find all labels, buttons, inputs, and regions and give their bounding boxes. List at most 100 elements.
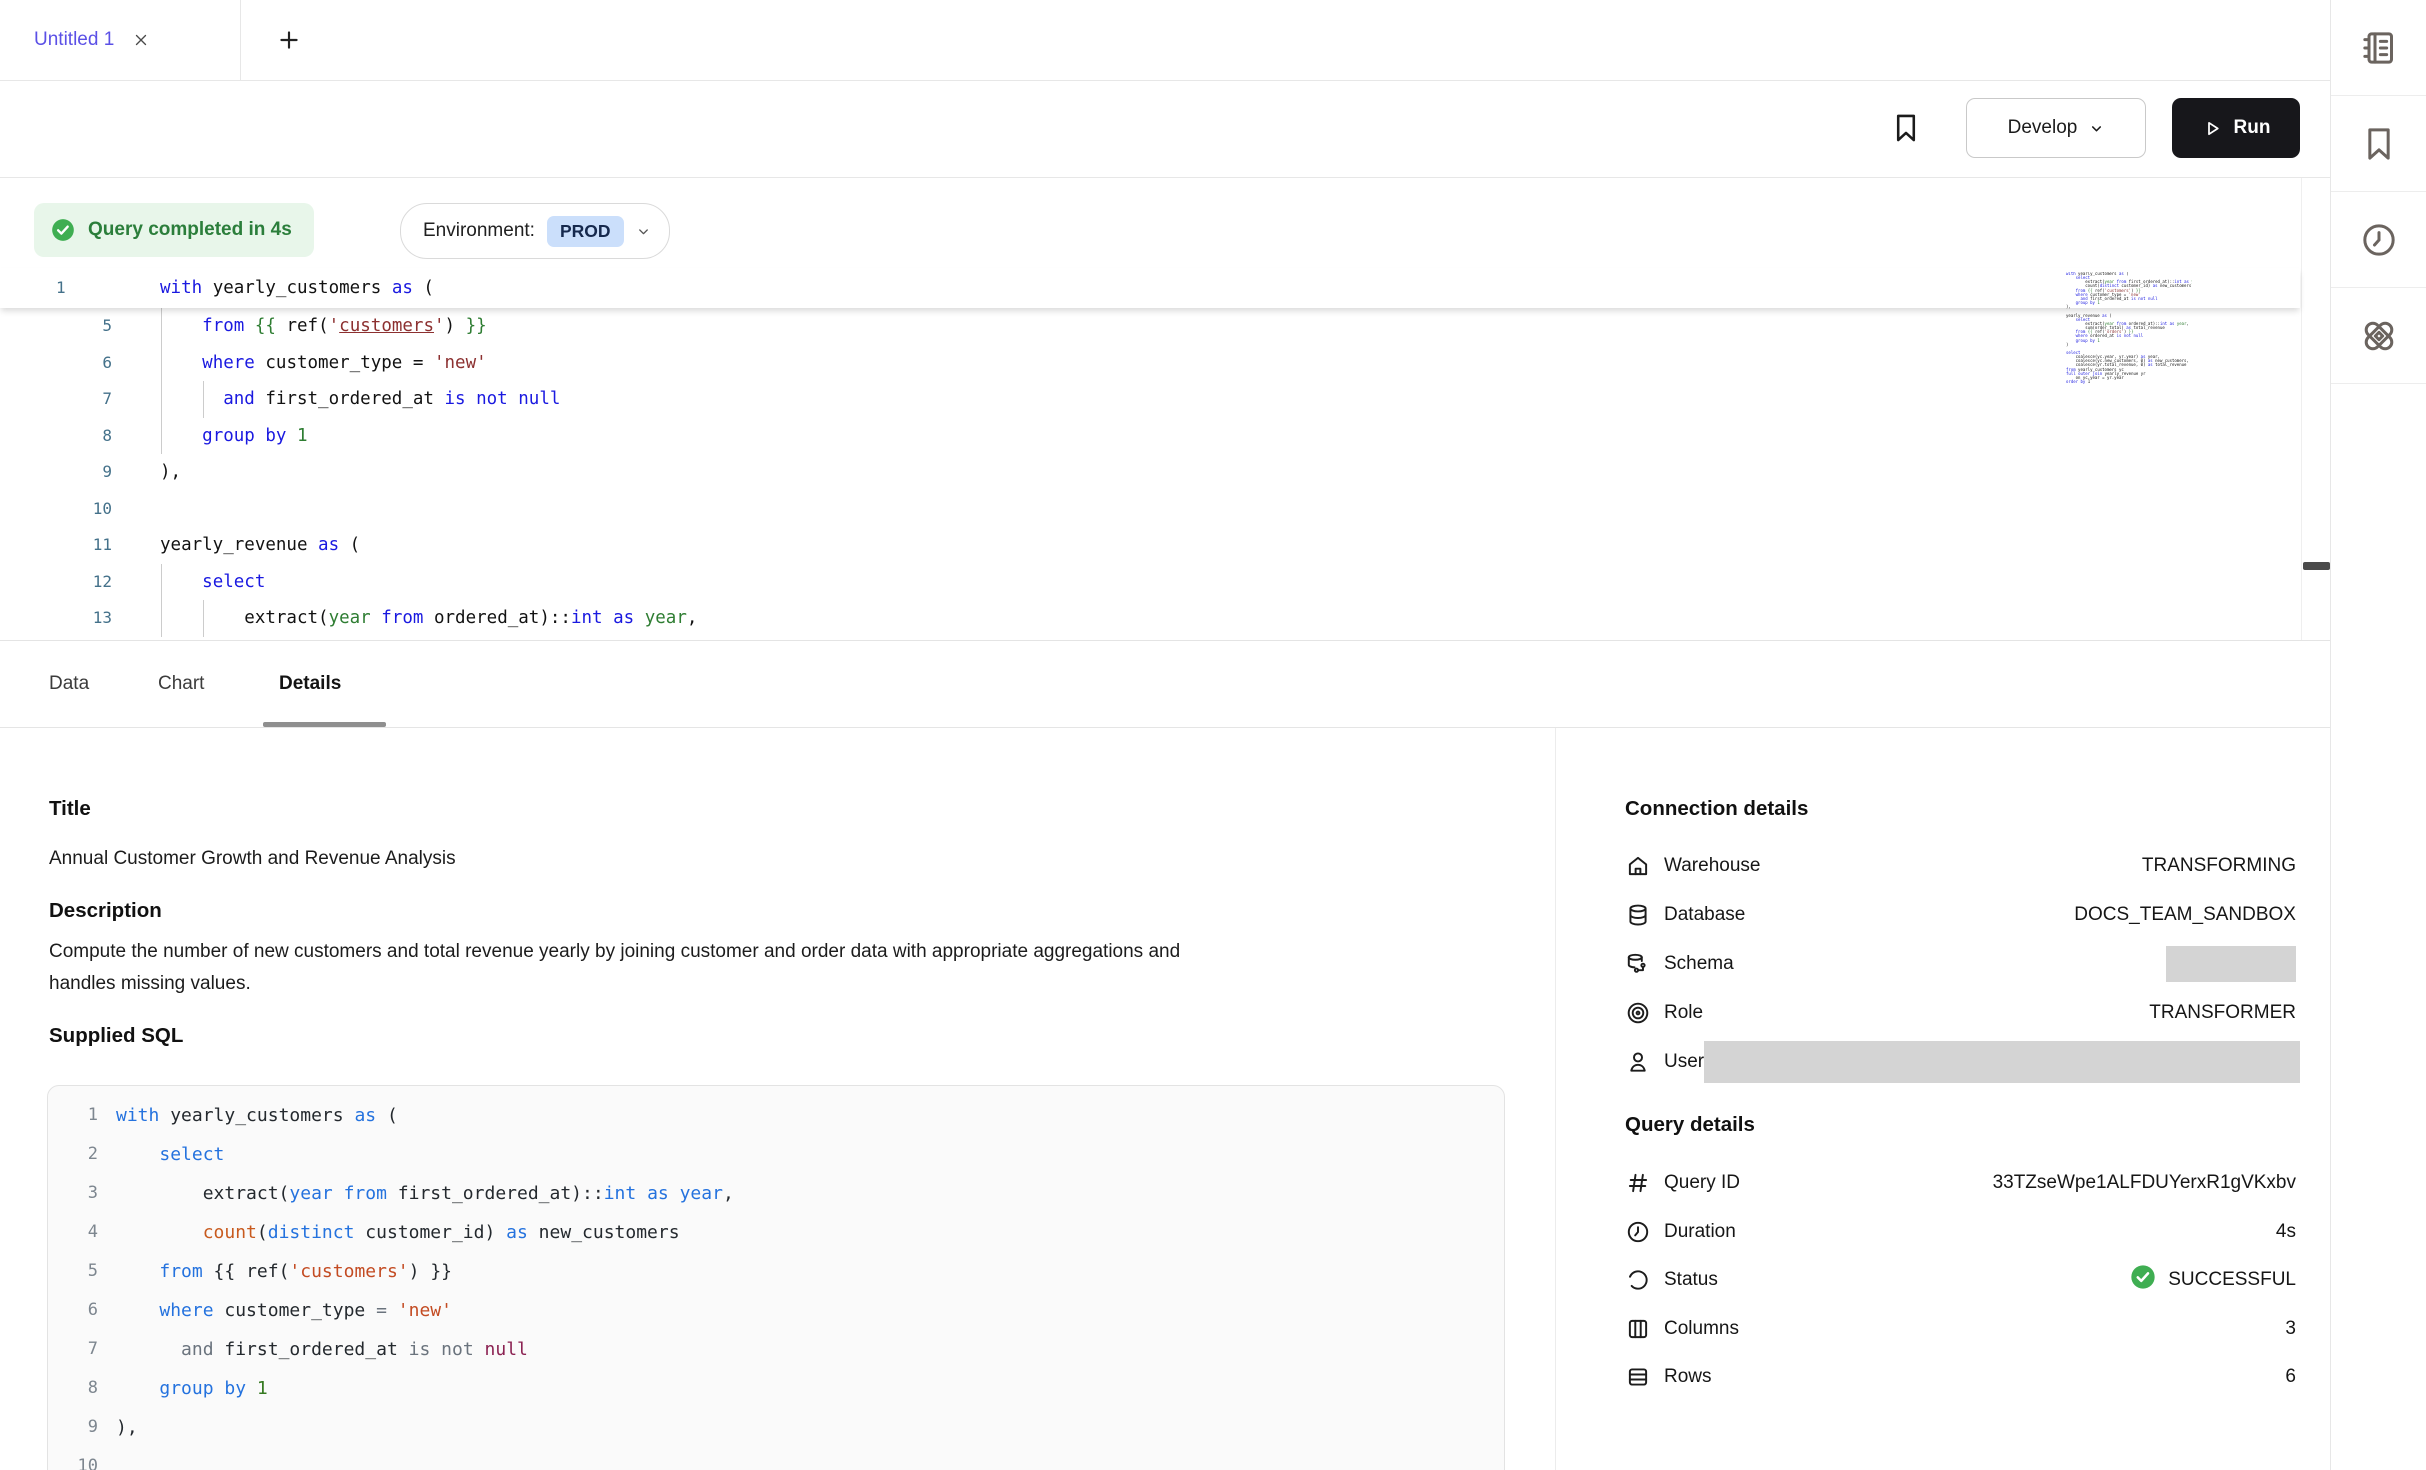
right-sidebar bbox=[2330, 0, 2426, 1470]
line-number: 13 bbox=[0, 600, 112, 637]
develop-label: Develop bbox=[2008, 117, 2078, 139]
tab-close-icon[interactable] bbox=[132, 31, 150, 49]
new-tab-button[interactable] bbox=[276, 27, 302, 53]
detail-label: Query ID bbox=[1664, 1172, 1740, 1194]
title-value: Annual Customer Growth and Revenue Analy… bbox=[49, 843, 456, 875]
editor-line: 12 select bbox=[0, 564, 2300, 601]
run-button[interactable]: Run bbox=[2172, 98, 2300, 158]
role-icon bbox=[1625, 1000, 1651, 1026]
environment-selector[interactable]: Environment: PROD bbox=[400, 203, 670, 259]
tab-chart[interactable]: Chart bbox=[158, 640, 204, 727]
supplied-sql-line: 4 count(distinct customer_id) as new_cus… bbox=[48, 1213, 1504, 1252]
title-heading: Title bbox=[49, 797, 91, 821]
check-circle-icon bbox=[50, 217, 76, 243]
tab-details[interactable]: Details bbox=[279, 640, 341, 727]
editor-line: 10 bbox=[0, 491, 2300, 528]
supplied-sql-line: 5 from {{ ref('customers') }} bbox=[48, 1252, 1504, 1291]
description-heading: Description bbox=[49, 899, 162, 923]
editor-line: 13 extract(year from ordered_at)::int as… bbox=[0, 600, 2300, 637]
supplied-sql-block: 1with yearly_customers as (2 select3 ext… bbox=[47, 1085, 1505, 1470]
detail-label: Rows bbox=[1664, 1366, 1712, 1388]
supplied-sql-line: 8 group by 1 bbox=[48, 1369, 1504, 1408]
query-details-heading: Query details bbox=[1625, 1113, 1755, 1137]
query-status-badge: Query completed in 4s bbox=[34, 203, 314, 257]
line-number: 9 bbox=[0, 454, 112, 491]
detail-value: 6 bbox=[2285, 1366, 2296, 1388]
lineage-icon bbox=[2359, 316, 2399, 356]
columns-icon bbox=[1625, 1316, 1651, 1342]
detail-value bbox=[1704, 1041, 2300, 1083]
editor-line: 7 and first_ordered_at is not null bbox=[0, 381, 2300, 418]
history-icon bbox=[2359, 220, 2399, 260]
supplied-sql-heading: Supplied SQL bbox=[49, 1024, 183, 1048]
sidebar-item-history[interactable] bbox=[2331, 192, 2426, 288]
supplied-sql-line: 10 bbox=[48, 1447, 1504, 1470]
develop-dropdown[interactable]: Develop bbox=[1966, 98, 2146, 158]
query-row-duration: Duration4s bbox=[1625, 1208, 2296, 1256]
rows-icon bbox=[1625, 1364, 1651, 1390]
detail-label: Columns bbox=[1664, 1318, 1739, 1340]
editor-line: 8 group by 1 bbox=[0, 418, 2300, 455]
play-icon bbox=[2202, 118, 2223, 139]
line-number: 7 bbox=[48, 1330, 98, 1369]
line-number: 6 bbox=[0, 345, 112, 382]
editor-minimap[interactable]: with yearly_customers as ( select extrac… bbox=[2066, 272, 2192, 384]
environment-value-chip: PROD bbox=[547, 216, 624, 247]
schema-icon bbox=[1625, 951, 1651, 977]
line-number: 3 bbox=[48, 1174, 98, 1213]
editor-lines: 5 from {{ ref('customers') }}6 where cus… bbox=[0, 308, 2300, 637]
connection-row-schema: Schema bbox=[1625, 940, 2296, 988]
user-icon bbox=[1625, 1049, 1651, 1075]
supplied-sql-line: 7 and first_ordered_at is not null bbox=[48, 1330, 1504, 1369]
editor-line: 9), bbox=[0, 454, 2300, 491]
line-number: 8 bbox=[48, 1369, 98, 1408]
chevron-down-icon bbox=[636, 224, 651, 239]
editor-sticky-line: 1with yearly_customers as ( bbox=[0, 268, 2300, 308]
line-number: 7 bbox=[0, 381, 112, 418]
warehouse-icon bbox=[1625, 853, 1651, 879]
check-circle-icon bbox=[2129, 1263, 2157, 1291]
line-number: 4 bbox=[48, 1213, 98, 1252]
query-row-columns: Columns3 bbox=[1625, 1305, 2296, 1353]
sidebar-item-notebook[interactable] bbox=[2331, 0, 2426, 96]
detail-value: DOCS_TEAM_SANDBOX bbox=[2074, 904, 2296, 926]
line-number: 8 bbox=[0, 418, 112, 455]
bookmark-icon bbox=[2359, 124, 2399, 164]
bookmark-query-button[interactable] bbox=[1889, 111, 1923, 145]
editor-line: 1with yearly_customers as ( bbox=[0, 268, 2300, 308]
detail-label: Duration bbox=[1664, 1221, 1736, 1243]
detail-value: 33TZseWpe1ALFDUYerxR1gVKxbv bbox=[1993, 1172, 2296, 1194]
connection-row-user: User bbox=[1625, 1038, 2296, 1086]
line-number: 5 bbox=[48, 1252, 98, 1291]
editor-tab-untitled-1[interactable]: Untitled 1 bbox=[0, 0, 241, 80]
connection-details-heading: Connection details bbox=[1625, 797, 1808, 821]
detail-label: Status bbox=[1664, 1269, 1718, 1291]
connection-row-role: RoleTRANSFORMER bbox=[1625, 989, 2296, 1037]
detail-value: TRANSFORMING bbox=[2142, 855, 2296, 877]
line-number: 2 bbox=[48, 1135, 98, 1174]
connection-row-database: DatabaseDOCS_TEAM_SANDBOX bbox=[1625, 891, 2296, 939]
editor-scrollbar-thumb[interactable] bbox=[2303, 562, 2330, 570]
supplied-sql-line: 2 select bbox=[48, 1135, 1504, 1174]
line-number: 10 bbox=[0, 491, 112, 528]
detail-label: Schema bbox=[1664, 953, 1734, 975]
editor-line: 5 from {{ ref('customers') }} bbox=[0, 308, 2300, 345]
editor-line: 11yearly_revenue as ( bbox=[0, 527, 2300, 564]
sidebar-item-lineage[interactable] bbox=[2331, 288, 2426, 384]
sidebar-item-bookmark[interactable] bbox=[2331, 96, 2426, 192]
editor-line: 6 where customer_type = 'new' bbox=[0, 345, 2300, 382]
supplied-sql-line: 1with yearly_customers as ( bbox=[48, 1096, 1504, 1135]
tab-bar bbox=[0, 0, 2330, 80]
clock-icon bbox=[1625, 1219, 1651, 1245]
line-number: 1 bbox=[56, 268, 66, 308]
line-number: 1 bbox=[48, 1096, 98, 1135]
line-number: 6 bbox=[48, 1291, 98, 1330]
line-number: 9 bbox=[48, 1408, 98, 1447]
query-row-status: Status SUCCESSFUL bbox=[1625, 1256, 2296, 1304]
query-row-rows: Rows 6 bbox=[1625, 1353, 2296, 1401]
query-row-query-id: Query ID 33TZseWpe1ALFDUYerxR1gVKxbv bbox=[1625, 1159, 2296, 1207]
tab-data[interactable]: Data bbox=[49, 640, 89, 727]
supplied-sql-line: 6 where customer_type = 'new' bbox=[48, 1291, 1504, 1330]
detail-value: SUCCESSFUL bbox=[2129, 1263, 2296, 1297]
description-value: Compute the number of new customers and … bbox=[49, 936, 1209, 1000]
